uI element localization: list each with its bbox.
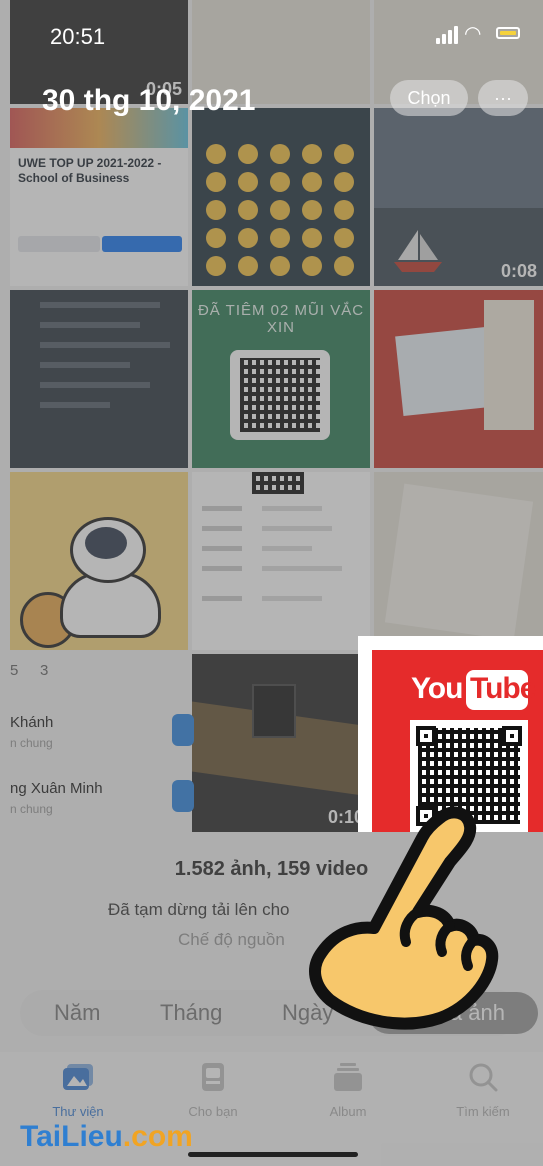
source-mode-text: Chế độ nguồn <box>178 930 285 949</box>
fb-like-bar <box>18 236 100 252</box>
emoji-face <box>302 200 322 220</box>
emoji-face <box>238 172 258 192</box>
tab-label: Cho bạn <box>188 1104 238 1119</box>
select-button[interactable]: Chọn <box>390 80 468 116</box>
watermark-logo: TaiLieu.com <box>20 1120 193 1153</box>
photo-thumb[interactable] <box>374 290 543 468</box>
astronaut-visor <box>85 527 127 559</box>
youtube-logo-tube: Tube <box>470 672 536 705</box>
person-name: ng Xuân Minh <box>10 780 103 797</box>
album-icon <box>334 1063 362 1091</box>
tab-label: Album <box>329 1104 367 1119</box>
emoji-face <box>334 172 354 192</box>
for-you-icon <box>202 1063 224 1091</box>
emoji-face <box>206 200 226 220</box>
emoji-face <box>238 200 258 220</box>
photo-thumb[interactable]: UWE TOP UP 2021-2022 - School of Busines… <box>10 108 188 286</box>
qr-code <box>252 472 304 494</box>
tab-albums[interactable]: Album <box>298 1062 398 1119</box>
vaccine-title: ĐÃ TIÊM 02 MŨI VẮC XIN <box>197 302 365 336</box>
battery-icon <box>496 27 520 39</box>
emoji-face <box>302 172 322 192</box>
face-count: 5 <box>10 662 19 679</box>
signal-icon <box>436 38 440 44</box>
video-duration: 0:08 <box>500 261 537 281</box>
fb-share-bar <box>102 236 182 252</box>
search-icon <box>469 1063 498 1092</box>
emoji-face <box>302 144 322 164</box>
emoji-face <box>206 228 226 248</box>
emoji-face <box>302 256 322 276</box>
photo-thumb[interactable]: 0:08 <box>374 108 543 286</box>
emoji-face <box>238 144 258 164</box>
photo-thumb[interactable] <box>10 290 188 468</box>
status-time: 20:51 <box>50 24 106 49</box>
upload-status: Đã tạm dừng tải lên cho <box>108 900 290 919</box>
person-action-button[interactable] <box>172 714 194 746</box>
emoji-face <box>270 172 290 192</box>
status-icons: ◠ <box>430 24 525 44</box>
reaction-count: 3 <box>40 662 49 679</box>
emoji-face <box>334 144 354 164</box>
photos-library-screen: 0:05 UWE TOP UP 2021-2022 - School of Bu… <box>0 0 543 1166</box>
emoji-face <box>206 256 226 276</box>
emoji-face <box>270 228 290 248</box>
emoji-face <box>270 200 290 220</box>
pointing-hand-icon <box>309 806 499 1030</box>
emoji-face <box>334 200 354 220</box>
emoji-face <box>238 256 258 276</box>
person-subtitle: n chung <box>10 802 53 816</box>
emoji-face <box>206 172 226 192</box>
boat-icon <box>394 230 442 272</box>
view-months[interactable]: Tháng <box>160 990 222 1036</box>
emoji-face <box>270 256 290 276</box>
tab-label: Thư viện <box>52 1104 104 1119</box>
qr-code <box>240 358 320 432</box>
photo-thumb[interactable] <box>192 108 370 286</box>
tab-label: Tìm kiếm <box>456 1104 510 1119</box>
photos-icon <box>63 1064 93 1090</box>
photo-thumb[interactable] <box>192 472 370 650</box>
tab-library[interactable]: Thư viện <box>28 1062 128 1119</box>
emoji-face <box>334 256 354 276</box>
people-panel: 5 3 Khánh n chung ng Xuân Minh n chung <box>0 652 194 832</box>
person-name: Khánh <box>10 714 54 731</box>
emoji-face <box>334 228 354 248</box>
photo-thumb[interactable] <box>10 472 188 650</box>
emoji-face <box>270 144 290 164</box>
view-years[interactable]: Năm <box>54 990 100 1036</box>
person-subtitle: n chung <box>10 736 53 750</box>
more-button[interactable]: ··· <box>478 80 528 116</box>
photo-thumb[interactable] <box>374 472 543 650</box>
emoji-face <box>206 144 226 164</box>
wifi-icon: ◠ <box>464 23 482 45</box>
home-indicator <box>188 1152 358 1157</box>
fb-post-title: UWE TOP UP 2021-2022 - School of Busines… <box>18 156 162 185</box>
vaccine-qr-box <box>230 350 330 440</box>
date-header: 30 thg 10, 2021 <box>42 84 256 117</box>
person-action-button[interactable] <box>172 780 194 812</box>
tab-search[interactable]: Tìm kiếm <box>433 1062 533 1119</box>
emoji-face <box>302 228 322 248</box>
tab-for-you[interactable]: Cho bạn <box>163 1062 263 1119</box>
youtube-logo-you: You <box>411 672 463 705</box>
emoji-face <box>238 228 258 248</box>
photo-thumb[interactable]: ĐÃ TIÊM 02 MŨI VẮC XIN <box>192 290 370 468</box>
